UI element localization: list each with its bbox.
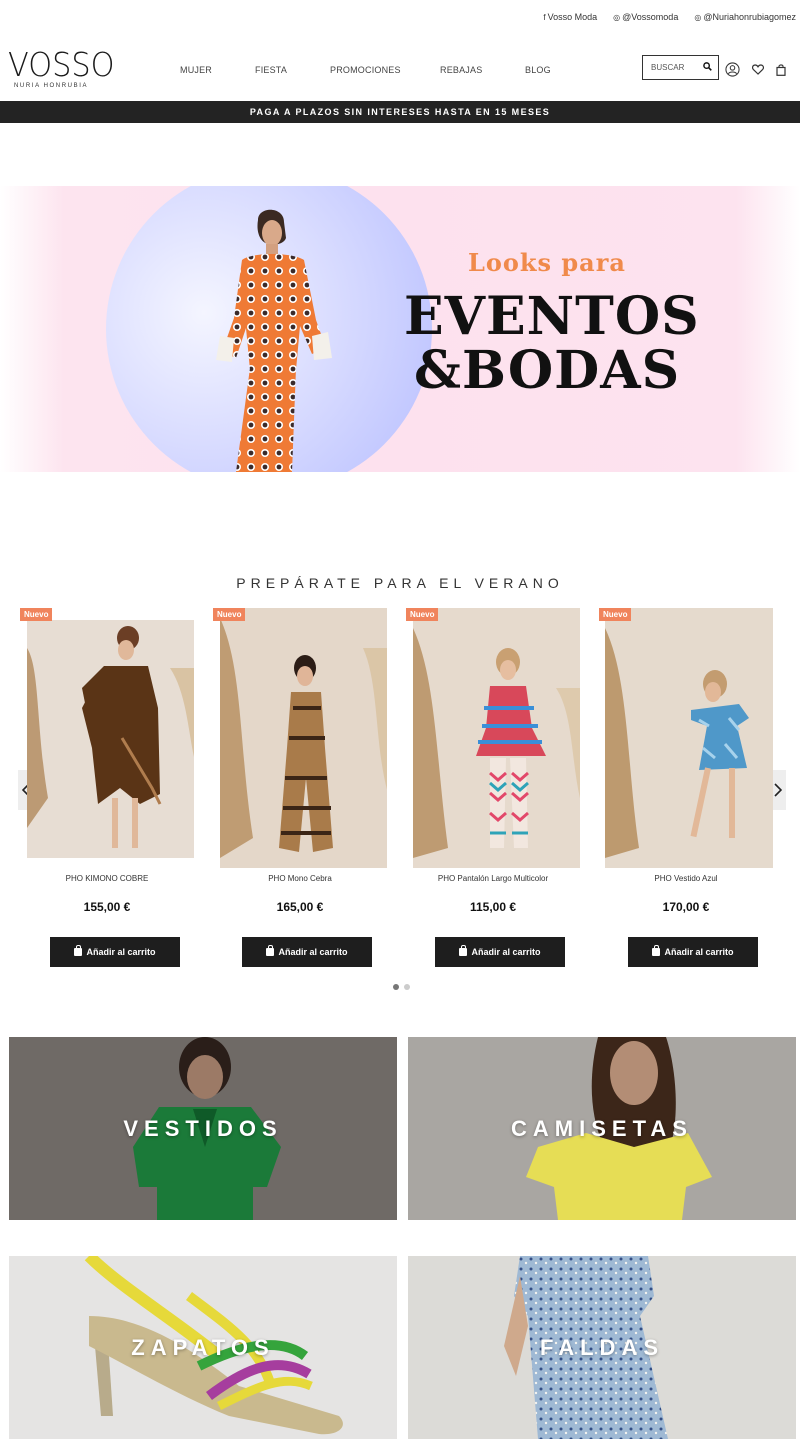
carousel-dot-1[interactable]	[393, 984, 399, 990]
site-logo[interactable]: VOSSO NURIA HONRUBIA	[8, 45, 115, 90]
search-icon[interactable]	[703, 61, 712, 74]
instagram-link-vossomoda[interactable]: ◎ @Vossomoda	[613, 12, 678, 22]
nav-fiesta[interactable]: FIESTA	[255, 65, 287, 75]
category-tile-faldas[interactable]: FALDAS	[408, 1256, 796, 1439]
product-price: 115,00 €	[469, 900, 517, 914]
header-icons	[725, 62, 786, 77]
shopping-bag-icon	[459, 945, 468, 956]
product-price: 155,00 €	[83, 900, 131, 914]
shopping-bag-icon	[652, 945, 661, 956]
category-label: VESTIDOS	[123, 1115, 283, 1141]
hero-subtitle: Looks para	[468, 248, 626, 277]
category-tile-vestidos[interactable]: VESTIDOS	[9, 1037, 397, 1220]
nav-blog[interactable]: BLOG	[525, 65, 551, 75]
product-image[interactable]: Nuevo	[213, 608, 387, 868]
account-icon[interactable]	[725, 62, 740, 77]
add-to-cart-button[interactable]: Añadir al carrito	[242, 937, 372, 967]
product-image[interactable]: Nuevo	[20, 608, 194, 868]
product-image[interactable]: Nuevo	[406, 608, 580, 868]
product-card[interactable]: Nuevo PHO Mono Cebra 165,00 € Añadir al …	[213, 608, 387, 967]
product-name[interactable]: PHO Vestido Azul	[599, 874, 773, 886]
social-bar: f Vosso Moda ◎ @Vossomoda ◎ @Nuriahonrubiag…	[543, 12, 796, 22]
product-name[interactable]: PHO Pantalón Largo Multicolor	[406, 874, 580, 886]
new-badge: Nuevo	[20, 608, 53, 621]
instagram-icon: ◎	[694, 12, 702, 22]
cart-bag-icon[interactable]	[776, 63, 786, 76]
carousel-pagination	[393, 984, 410, 990]
add-to-cart-button[interactable]: Añadir al carrito	[50, 937, 180, 967]
facebook-icon: f	[543, 12, 546, 22]
add-to-cart-button[interactable]: Añadir al carrito	[435, 937, 565, 967]
product-card[interactable]: Nuevo PHO Vestido Azul 170,00 € Añadir a…	[599, 608, 773, 967]
product-card[interactable]: Nuevo PHO Pantalón Largo Multicolor 115,…	[406, 608, 580, 967]
instagram-icon: ◎	[613, 12, 621, 22]
category-label: FALDAS	[540, 1334, 664, 1360]
product-price: 170,00 €	[662, 900, 710, 914]
wishlist-heart-icon[interactable]	[752, 64, 764, 75]
nav-rebajas[interactable]: REBAJAS	[440, 65, 482, 75]
shopping-bag-icon	[266, 945, 275, 956]
category-tile-zapatos[interactable]: ZAPATOS	[9, 1256, 397, 1439]
hero-model-image	[216, 209, 332, 472]
hero-title-line2: &BODAS	[414, 340, 681, 401]
facebook-link[interactable]: f Vosso Moda	[543, 12, 597, 22]
hero-banner[interactable]: Looks para EVENTOS &BODAS	[0, 186, 800, 472]
nav-mujer[interactable]: MUJER	[180, 65, 212, 75]
new-badge: Nuevo	[599, 608, 632, 621]
search-input[interactable]: BUSCAR	[642, 55, 719, 80]
hero-title-line1: EVENTOS	[404, 286, 700, 347]
category-label: ZAPATOS	[131, 1334, 275, 1360]
nav-promociones[interactable]: PROMOCIONES	[330, 65, 401, 75]
new-badge: Nuevo	[213, 608, 246, 621]
product-image[interactable]: Nuevo	[599, 608, 773, 868]
promo-bar[interactable]: PAGA A PLAZOS SIN INTERESES HASTA EN 15 …	[0, 101, 800, 123]
category-tile-camisetas[interactable]: CAMISETAS	[408, 1037, 796, 1220]
category-label: CAMISETAS	[511, 1115, 693, 1141]
search-placeholder: BUSCAR	[651, 63, 685, 72]
product-name[interactable]: PHO KIMONO COBRE	[20, 874, 194, 886]
add-to-cart-button[interactable]: Añadir al carrito	[628, 937, 758, 967]
instagram-link-nuria[interactable]: ◎ @Nuriahonrubiagomez	[694, 12, 796, 22]
logo-mark: VOSSO	[8, 45, 115, 84]
product-card[interactable]: Nuevo PHO KIMONO COBRE 155,00 € Añadir a…	[20, 608, 194, 967]
chevron-right-icon	[774, 783, 782, 797]
product-price: 165,00 €	[276, 900, 324, 914]
product-name[interactable]: PHO Mono Cebra	[213, 874, 387, 886]
carousel-dot-2[interactable]	[404, 984, 410, 990]
new-badge: Nuevo	[406, 608, 439, 621]
shopping-bag-icon	[74, 945, 83, 956]
section-title: PREPÁRATE PARA EL VERANO	[236, 575, 564, 591]
